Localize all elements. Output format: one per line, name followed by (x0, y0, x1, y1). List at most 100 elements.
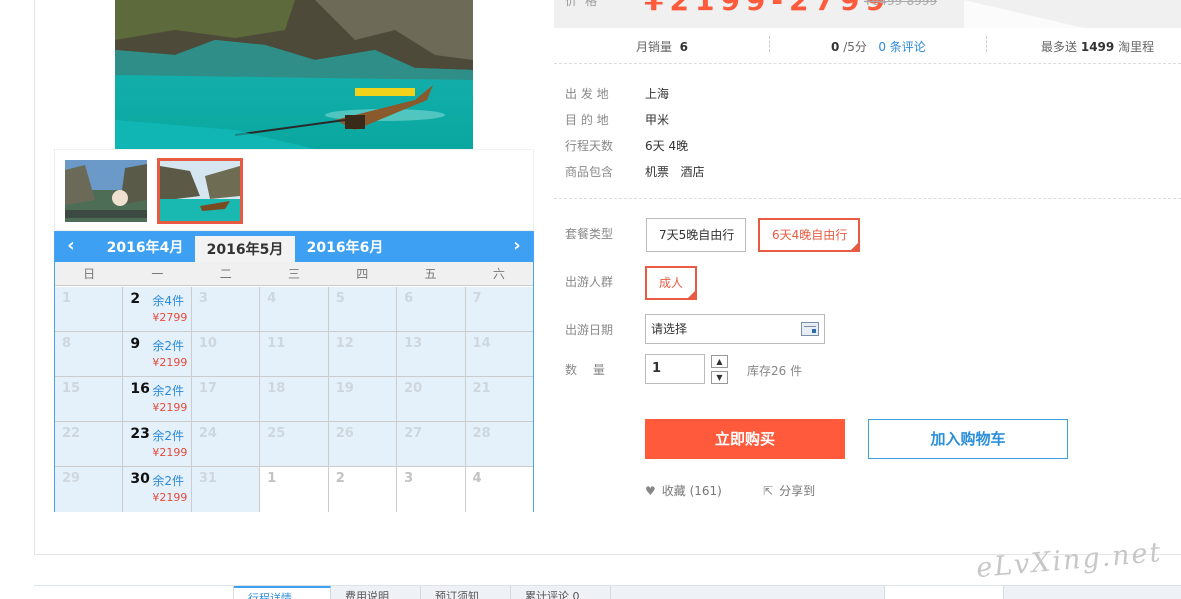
calendar-day-number: 27 (404, 426, 423, 441)
calendar-day-number: 20 (404, 381, 423, 396)
calendar-day: 3 (191, 287, 261, 331)
detail-label: 行程天数 (565, 139, 614, 153)
share-icon: ⇱ (763, 484, 774, 498)
detail-value: 机票 酒店 (645, 165, 705, 179)
calendar-day-stock: 余2件 (152, 474, 185, 488)
detail-tabs-bar: 行程详情 费用说明 预订须知 累计评论 0 (34, 585, 1181, 599)
calendar-day-price: ¥2199 (152, 491, 188, 504)
favorite-button[interactable]: ♥ 收藏 (161) (645, 482, 722, 499)
calendar-day: 7 (465, 287, 533, 331)
calendar-day: 4 (260, 287, 329, 331)
calendar-day-number: 29 (62, 471, 81, 486)
calendar-day-number: 9 (130, 336, 141, 352)
calendar-icon[interactable] (801, 322, 819, 336)
tab-itinerary[interactable]: 行程详情 (234, 586, 331, 599)
heart-icon: ♥ (645, 484, 656, 498)
calendar-day-price: ¥2199 (152, 356, 188, 369)
points-value: 1499 (1080, 40, 1115, 54)
calendar-week-row: 22 23 余2件 ¥2199 24 25 26 27 28 (55, 422, 533, 467)
calendar-day-number: 3 (198, 291, 208, 306)
tab-reviews[interactable]: 累计评论 0 (511, 586, 611, 599)
calendar-day-price: ¥2799 (152, 311, 188, 324)
detail-label: 目 的 地 (565, 113, 609, 127)
calendar-month-tab-may[interactable]: 2016年5月 (195, 234, 295, 262)
original-price: ¥6499-8999 (864, 0, 938, 8)
calendar-day: 1 (55, 287, 124, 331)
quantity-increase-icon[interactable]: ▲ (711, 355, 728, 368)
calendar-day-number: 10 (198, 336, 217, 351)
calendar-day-available[interactable]: 2 余4件 ¥2799 (123, 287, 192, 331)
quantity-label: 数 量 (565, 363, 605, 377)
calendar-day-number: 11 (267, 336, 286, 351)
group-option-adult-selected[interactable]: 成人 (645, 266, 697, 300)
thumbnail-1[interactable] (65, 160, 147, 222)
calendar-day-number: 1 (62, 291, 72, 306)
calendar-day: 10 (191, 332, 261, 376)
calendar-day-available[interactable]: 23 余2件 ¥2199 (123, 422, 192, 466)
price-value: ¥2199-2799 (644, 0, 891, 17)
package-option-6d4n-selected[interactable]: 6天4晚自由行 (758, 218, 860, 252)
tab-fees[interactable]: 费用说明 (331, 586, 421, 599)
detail-value: 甲米 (645, 113, 670, 127)
departure-calendar: ‹ 2016年4月 2016年5月 2016年6月 › 日 一 二 三 四 五 … (54, 231, 534, 512)
calendar-next-arrow-icon[interactable]: › (507, 236, 527, 256)
rating-score: 0 (831, 40, 840, 54)
package-type-label: 套餐类型 (565, 227, 614, 241)
calendar-day: 12 (328, 332, 398, 376)
rating: 0 /5分 0 条评论 (831, 38, 926, 55)
calendar-month-tab-apr[interactable]: 2016年4月 (95, 234, 195, 262)
calendar-day: 20 (397, 377, 466, 421)
travel-group-label: 出游人群 (565, 275, 614, 289)
quantity-decrease-icon[interactable]: ▼ (711, 371, 728, 384)
weekday-label: 四 (356, 267, 369, 281)
review-count-link[interactable]: 0 条评论 (878, 40, 925, 54)
calendar-day-number: 16 (130, 381, 150, 397)
share-label: 分享到 (779, 484, 816, 498)
package-option-7d5n[interactable]: 7天5晚自由行 (646, 218, 746, 252)
detail-label: 出 发 地 (565, 87, 609, 101)
calendar-day-number: 8 (62, 336, 72, 351)
stats-divider (769, 36, 770, 52)
calendar-month-tab-jun[interactable]: 2016年6月 (295, 234, 395, 262)
add-to-cart-button[interactable]: 加入购物车 (868, 419, 1068, 459)
calendar-day: 14 (465, 332, 533, 376)
calendar-day: 2 (328, 467, 398, 512)
calendar-day-number: 12 (335, 336, 354, 351)
calendar-day-number: 30 (130, 471, 150, 487)
calendar-day-available[interactable]: 9 余2件 ¥2199 (123, 332, 192, 376)
weekday-label: 日 (83, 267, 96, 281)
calendar-day-price: ¥2199 (152, 446, 188, 459)
calendar-day-price: ¥2199 (152, 401, 188, 414)
weekday-label: 一 (151, 267, 164, 281)
calendar-day-number: 21 (472, 381, 491, 396)
date-placeholder: 请选择 (651, 322, 688, 336)
calendar-day-number: 26 (335, 426, 354, 441)
buy-now-button[interactable]: 立即购买 (645, 419, 845, 459)
calendar-day-number: 25 (267, 426, 286, 441)
weekday-label: 六 (492, 267, 505, 281)
rating-max: /5分 (843, 40, 867, 54)
calendar-day: 6 (397, 287, 466, 331)
calendar-day-number: 31 (198, 471, 217, 486)
calendar-day-number: 28 (472, 426, 491, 441)
calendar-day-number: 4 (472, 471, 482, 486)
calendar-day-number: 5 (335, 291, 345, 306)
points-reward: 最多送 1499 淘里程 (1041, 38, 1154, 55)
quantity-input[interactable]: 1 (645, 354, 705, 384)
calendar-day: 19 (328, 377, 398, 421)
calendar-day: 22 (55, 422, 124, 466)
calendar-prev-arrow-icon[interactable]: ‹ (61, 236, 81, 256)
calendar-day: 4 (465, 467, 533, 512)
share-button[interactable]: ⇱ 分享到 (763, 482, 815, 499)
calendar-day-available[interactable]: 30 余2件 ¥2199 (123, 467, 192, 512)
tab-booking-notes[interactable]: 预订须知 (421, 586, 511, 599)
price-bar-decoration (964, 0, 1084, 28)
thumbnail-2-selected[interactable] (157, 158, 243, 224)
travel-date-input[interactable]: 请选择 (645, 314, 825, 344)
calendar-day-number: 7 (472, 291, 482, 306)
calendar-day-number: 4 (267, 291, 277, 306)
points-suffix: 淘里程 (1118, 40, 1155, 54)
calendar-day-available[interactable]: 16 余2件 ¥2199 (123, 377, 192, 421)
calendar-day-number: 17 (198, 381, 217, 396)
calendar-day-number: 2 (130, 291, 141, 307)
